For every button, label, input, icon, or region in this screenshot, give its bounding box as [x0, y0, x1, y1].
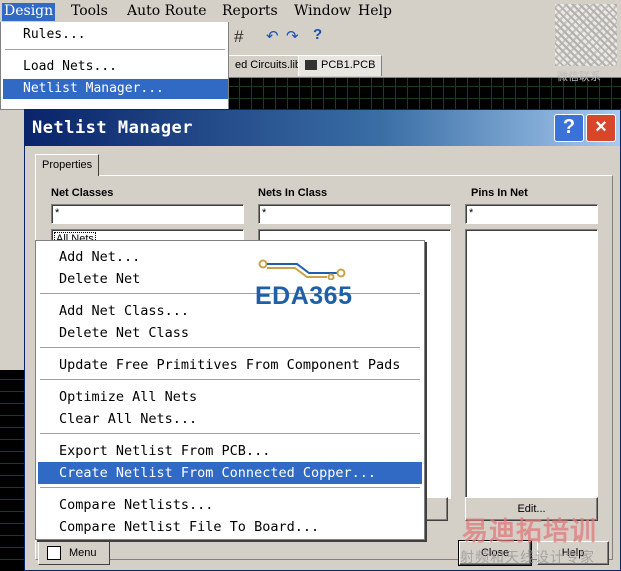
cn-watermark-title: 易迪拓培训 [462, 516, 598, 546]
menu-button[interactable]: Menu [38, 541, 110, 565]
menu-separator [5, 49, 225, 50]
side-panel [0, 110, 24, 370]
nets-in-class-header: Nets In Class [258, 187, 328, 199]
app-menubar: Design Tools Auto Route Reports Window H… [0, 0, 621, 22]
ctx-create-netlist-from-copper[interactable]: Create Netlist From Connected Copper... [38, 462, 422, 484]
nets-in-class-filter[interactable]: * [258, 204, 451, 224]
net-classes-header: Net Classes [51, 187, 114, 199]
dialog-title: Netlist Manager [32, 118, 194, 138]
net-classes-filter[interactable]: * [51, 204, 244, 224]
qr-caption: 微信联系 [557, 71, 601, 83]
ctx-export-netlist[interactable]: Export Netlist From PCB... [38, 440, 422, 462]
menu-separator [40, 433, 420, 434]
menu-window[interactable]: Window [292, 3, 353, 21]
menu-auto-route[interactable]: Auto Route [125, 3, 209, 21]
doc-tab-pcb[interactable]: PCB1.PCB [298, 55, 383, 76]
menu-reports[interactable]: Reports [220, 3, 280, 21]
ctx-compare-netlist-file[interactable]: Compare Netlist File To Board... [38, 516, 422, 538]
eda365-text: EDA365 [255, 282, 353, 310]
ctx-update-free-primitives[interactable]: Update Free Primitives From Component Pa… [38, 354, 422, 376]
qr-code-watermark [555, 4, 617, 66]
redo-icon[interactable]: ↷ [286, 27, 299, 45]
ctx-optimize-all-nets[interactable]: Optimize All Nets [38, 386, 422, 408]
menu-item-netlist-manager[interactable]: Netlist Manager... [3, 79, 228, 99]
pins-in-net-header: Pins In Net [471, 187, 528, 199]
menu-help[interactable]: Help [356, 3, 394, 21]
pins-in-net-filter[interactable]: * [465, 204, 598, 224]
pins-in-net-list[interactable] [465, 229, 598, 499]
menu-separator [40, 347, 420, 348]
pcb-canvas-left[interactable] [0, 370, 24, 571]
menu-separator [40, 487, 420, 488]
menu-item-rules[interactable]: Rules... [3, 25, 228, 45]
ctx-clear-all-nets[interactable]: Clear All Nets... [38, 408, 422, 430]
menu-item-load-nets[interactable]: Load Nets... [3, 57, 228, 77]
dialog-help-button[interactable]: ? [554, 114, 584, 142]
doc-tab-library[interactable]: ed Circuits.lib [228, 55, 309, 76]
dialog-titlebar[interactable]: Netlist Manager ? × [25, 110, 620, 146]
eda365-logo: EDA365 [253, 258, 368, 318]
menu-tools[interactable]: Tools [69, 3, 110, 21]
pcb-doc-icon [305, 60, 317, 71]
undo-icon[interactable]: ↶ [266, 27, 279, 45]
eda365-trace-icon [258, 259, 346, 280]
menu-button-label: Menu [69, 547, 97, 559]
doc-tab-pcb-label: PCB1.PCB [321, 59, 376, 71]
ctx-compare-netlists[interactable]: Compare Netlists... [38, 494, 422, 516]
design-menu: Rules... Load Nets... Netlist Manager... [0, 22, 229, 110]
ctx-delete-net-class[interactable]: Delete Net Class [38, 322, 422, 344]
dialog-close-button[interactable]: × [586, 114, 616, 142]
menu-design[interactable]: Design [2, 3, 56, 21]
cn-watermark-subtitle: 射频和天线设计专家 [460, 549, 595, 565]
menu-separator [40, 379, 420, 380]
menu-icon [47, 546, 61, 560]
grid-icon[interactable]: # [234, 27, 243, 47]
help-question-icon[interactable]: ? [313, 26, 322, 43]
tab-properties[interactable]: Properties [35, 154, 100, 176]
